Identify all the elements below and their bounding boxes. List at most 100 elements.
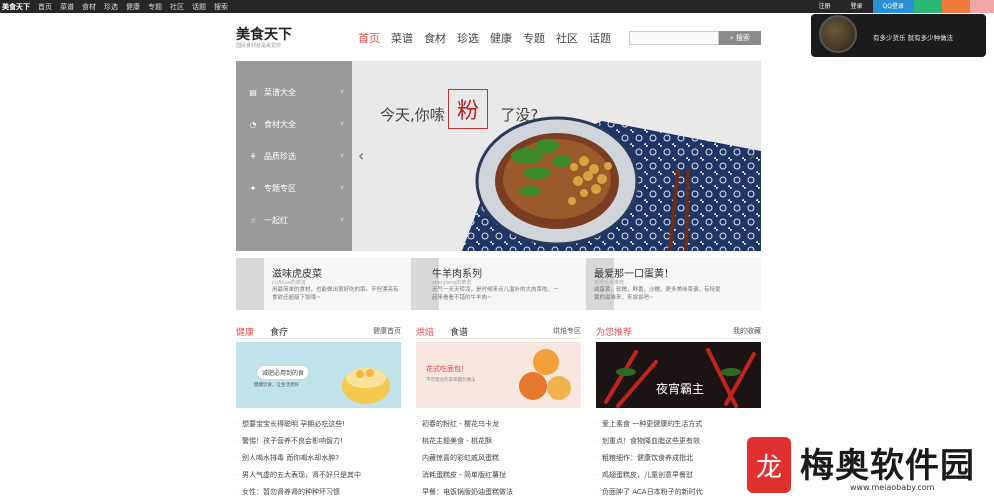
list-item-text: 划重点！食物降血脂这些更有效 xyxy=(602,436,700,445)
list-item-text: 女性：暂勿肾养肾的种种坏习惯 xyxy=(242,487,340,496)
top-link-selection[interactable]: 珍选 xyxy=(104,2,118,12)
top-link-talk[interactable]: 话题 xyxy=(192,2,206,12)
list-item[interactable]: · 划重点！食物降血脂这些更有效 xyxy=(596,432,761,449)
side-item-selection[interactable]: ⚘ 品质珍选 › xyxy=(236,140,352,172)
column-tab-active[interactable]: 为您推荐 xyxy=(596,325,632,338)
hero-banner[interactable]: 今天,你嗦 了没? 粉 ‹ › xyxy=(352,61,761,251)
card-title: 花式吃面包！ xyxy=(426,365,468,373)
card-subtitle: 不可错过的美味面包做法 xyxy=(426,378,476,383)
register-link[interactable]: 注册 xyxy=(808,0,841,13)
top-link-search[interactable]: 搜索 xyxy=(214,2,228,12)
column-more-link[interactable]: 烘焙专区 xyxy=(553,326,581,336)
list-item[interactable]: · 桃花主题美食 - 桃花酥 xyxy=(416,432,581,449)
list-item-text: 消耗蛋糕皮 - 简单版红薯挞 xyxy=(422,470,506,479)
banner-next-arrow[interactable]: › xyxy=(749,146,755,165)
book-icon: ▤ xyxy=(249,87,257,97)
column-card-image[interactable]: 花式吃面包！ 不可错过的美味面包做法 xyxy=(416,342,581,408)
side-item-ingredients[interactable]: ◔ 食材大全 › xyxy=(236,108,352,140)
star-icon: ✦ xyxy=(249,183,257,193)
wechat-login-link[interactable] xyxy=(914,0,942,13)
login-link[interactable]: 登录 xyxy=(840,0,873,13)
feature-author: 天地大大推荐 xyxy=(594,280,625,286)
feature-card[interactable]: 牛羊肉系列 zhanjiang的菜谱 天气一天天转凉，是时候来点儿温补的大肉菜啦… xyxy=(411,258,586,310)
promo-popup[interactable]: 有多少货乐 就有多少种做法 xyxy=(811,14,986,57)
list-item[interactable]: · 女性：暂勿肾养肾的种种坏习惯 xyxy=(236,483,401,500)
side-item-recipes[interactable]: ▤ 菜谱大全 › xyxy=(236,76,352,108)
column-tab-active[interactable]: 烘焙 xyxy=(416,325,434,338)
list-item[interactable]: · 警惕！孩子营养不良会影响智力! xyxy=(236,432,401,449)
nav-topics[interactable]: 专题 xyxy=(523,30,545,46)
column-tab[interactable]: 食疗 xyxy=(270,325,288,338)
column-tab-active[interactable]: 健康 xyxy=(236,325,254,338)
list-item[interactable]: · 男人气虚的五大表现，肾不好只是其中 xyxy=(236,466,401,483)
article-list: · 初春的粉红 - 樱花乌卡龙 · 桃花主题美食 - 桃花酥 · 内藏惊喜的彩虹戚风蛋… xyxy=(416,415,581,500)
column-card-image[interactable]: 夜宵霸主 xyxy=(596,342,761,408)
feature-author: jiuAhua的菜谱 xyxy=(272,280,306,286)
site-slogan: 国民食材就是最爱你 xyxy=(236,43,282,49)
nav-talk[interactable]: 话题 xyxy=(589,30,611,46)
top-link-topics[interactable]: 专题 xyxy=(148,2,162,12)
top-bar: 美食天下 首页 菜谱 食材 珍选 健康 专题 社区 话题 搜索 注册 登录 QQ… xyxy=(0,0,994,13)
top-link-home[interactable]: 首页 xyxy=(38,2,52,12)
qq-login-link[interactable]: QQ登录 xyxy=(872,0,914,13)
site-logo[interactable]: 美食天下 xyxy=(236,24,292,44)
search-input[interactable] xyxy=(629,31,719,45)
nav-community[interactable]: 社区 xyxy=(556,30,578,46)
column-card-image[interactable]: 减肥必用到的食 健康饮食，让生活更好 xyxy=(236,342,401,408)
chevron-right-icon: › xyxy=(340,183,344,193)
card-tag: 减肥必用到的食 xyxy=(258,366,309,379)
list-item-text: 男人气虚的五大表现，肾不好只是其中 xyxy=(242,470,361,479)
feature-title: 最爱那一口蛋黄！ xyxy=(594,269,674,280)
top-logo[interactable]: 美食天下 xyxy=(2,2,30,12)
side-item-topics[interactable]: ✦ 专题专区 › xyxy=(236,172,352,204)
top-link-community[interactable]: 社区 xyxy=(170,2,184,12)
banner-prev-arrow[interactable]: ‹ xyxy=(358,146,364,165)
side-item-together[interactable]: ☝ 一起红 › xyxy=(236,204,352,236)
list-item[interactable]: · 别人喝水排毒 而你喝水却水肿? xyxy=(236,449,401,466)
top-right-links: 注册 登录 QQ登录 xyxy=(808,0,994,13)
chevron-right-icon: › xyxy=(340,151,344,161)
list-item[interactable]: · 想要宝宝长得聪明 孕期必吃这些! xyxy=(236,415,401,432)
list-item-text: 桃花主题美食 - 桃花酥 xyxy=(422,436,492,445)
top-link-health[interactable]: 健康 xyxy=(126,2,140,12)
list-item[interactable]: · 鸡翅蛋糕皮，儿童创意早餐怼 xyxy=(596,466,761,483)
nav-health[interactable]: 健康 xyxy=(490,30,512,46)
chevron-right-icon: › xyxy=(340,215,344,225)
column-more-link[interactable]: 我的收藏 xyxy=(733,326,761,336)
popup-text: 有多少货乐 就有多少种做法 xyxy=(873,34,954,42)
search-button[interactable]: ⌕ 搜索 xyxy=(719,31,761,45)
nav-selection[interactable]: 珍选 xyxy=(457,30,479,46)
column-more-link[interactable]: 健康首页 xyxy=(373,326,401,336)
feature-row: 滋味虎皮菜 jiuAhua的菜谱 用最简单的食材，也能做出很好吃的菜。不但漂亮有… xyxy=(236,258,761,310)
column-header: 为您推荐 我的收藏 xyxy=(596,323,761,339)
feature-desc: 用最简单的食材，也能做出很好吃的菜。不但漂亮有食欲还超级下饭哦~ xyxy=(272,287,399,301)
card-subtag: 健康饮食，让生活更好 xyxy=(254,383,299,388)
top-link-ingredients[interactable]: 食材 xyxy=(82,2,96,12)
list-item-text: 想要宝宝长得聪明 孕期必吃这些! xyxy=(242,419,346,428)
top-link-recipes[interactable]: 菜谱 xyxy=(60,2,74,12)
list-item[interactable]: · 初春的粉红 - 樱花乌卡龙 xyxy=(416,415,581,432)
weibo-login-link[interactable] xyxy=(942,0,970,13)
list-item[interactable]: · 负面肿了 ACA日本粉子的新时代 xyxy=(596,483,761,500)
column-tab[interactable]: 食谱 xyxy=(450,325,468,338)
list-item-text: 别人喝水排毒 而你喝水却水肿? xyxy=(242,453,339,462)
list-item[interactable]: · 消耗蛋糕皮 - 简单版红薯挞 xyxy=(416,466,581,483)
list-item[interactable]: · 爱上素食 一种更健康的生活方式 xyxy=(596,415,761,432)
search-button-label: 搜索 xyxy=(735,34,750,42)
bread-illustration xyxy=(519,349,571,400)
feature-desc: 天气一天天转凉，是时候来点儿温补的大肉菜啦，一起来看看不错的牛羊肉~ xyxy=(432,287,559,301)
list-item[interactable]: · 粗粮细作：健康饮食养成指北 xyxy=(596,449,761,466)
feature-card[interactable]: 滋味虎皮菜 jiuAhua的菜谱 用最简单的食材，也能做出很好吃的菜。不但漂亮有… xyxy=(236,258,411,310)
feature-title: 滋味虎皮菜 xyxy=(272,269,322,280)
nav-recipes[interactable]: 菜谱 xyxy=(391,30,413,46)
feature-card[interactable]: 最爱那一口蛋黄！ 天地大大推荐 咸蛋黄，软糯，鲜香，沙糯，更多美味菜谱，有特爱黄… xyxy=(586,258,761,310)
banner-image xyxy=(462,116,761,251)
list-item[interactable]: · 早餐：电饭锅版奶油蛋糕做法 xyxy=(416,483,581,500)
nav-home[interactable]: 首页 xyxy=(358,30,380,46)
list-item[interactable]: · 内藏惊喜的彩虹戚风蛋糕 xyxy=(416,449,581,466)
menu-link[interactable] xyxy=(970,0,994,13)
nav-ingredients[interactable]: 食材 xyxy=(424,30,446,46)
list-item-text: 爱上素食 一种更健康的生活方式 xyxy=(602,419,703,428)
watermark-logo: 龙 xyxy=(747,437,791,493)
watermark-url: www.meiaobaby.com xyxy=(850,483,935,492)
